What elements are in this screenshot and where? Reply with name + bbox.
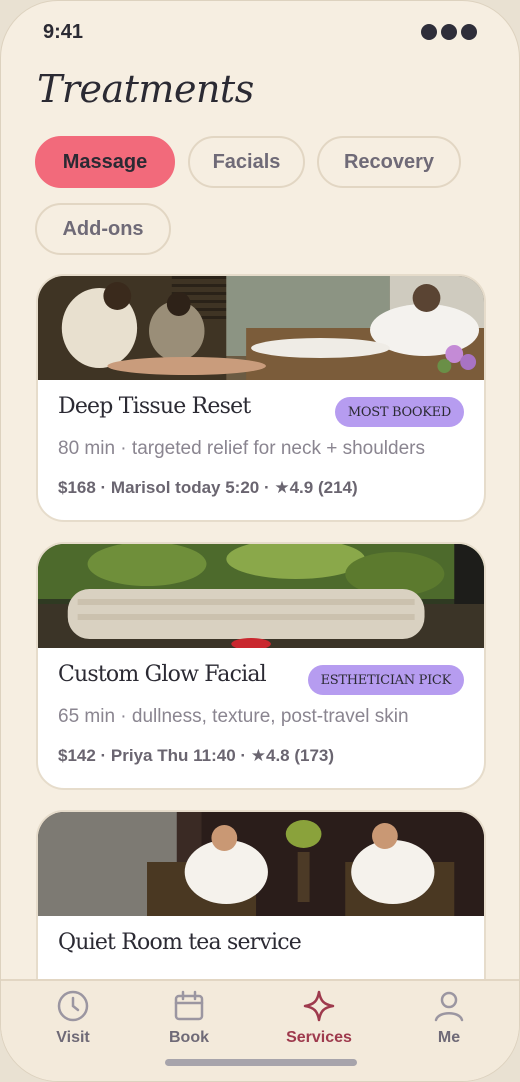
status-bar: 9:41 [1, 1, 519, 61]
status-indicators [421, 24, 477, 40]
phone-frame: 9:41 Treatments Massage Facials Recovery… [0, 0, 520, 1082]
treatment-card-glow-facial[interactable]: Custom Glow Facial ESTHETICIAN PICK 65 m… [36, 542, 486, 790]
card-title: Custom Glow Facial [58, 662, 267, 687]
facial-photo [38, 544, 484, 648]
tab-label: Book [169, 1029, 209, 1046]
most-booked-badge: MOST BOOKED [334, 397, 464, 427]
card-title: Deep Tissue Reset [58, 394, 251, 419]
card-description: 65 min · dullness, texture, post-travel … [58, 706, 409, 727]
status-time: 9:41 [43, 21, 84, 43]
card-meta: $142 · Priya Thu 11:40 · ★4.8 (173) [58, 746, 335, 765]
person-icon [434, 991, 464, 1022]
esthetician-pick-badge: ESTHETICIAN PICK [307, 665, 464, 695]
filter-chip-add-ons[interactable]: Add-ons [35, 203, 171, 255]
status-dot [421, 24, 437, 40]
treatment-card-deep-tissue[interactable]: Deep Tissue Reset MOST BOOKED 80 min · t… [36, 274, 486, 522]
tab-book[interactable]: Book [134, 989, 244, 1047]
filter-chip-massage[interactable]: Massage [35, 136, 175, 188]
card-title: Quiet Room tea service [58, 930, 302, 955]
tab-services[interactable]: Services [264, 989, 374, 1047]
filter-chip-recovery[interactable]: Recovery [317, 136, 461, 188]
calendar-icon [174, 990, 204, 1021]
tab-visit[interactable]: Visit [18, 989, 128, 1047]
tab-label: Me [437, 1029, 461, 1046]
status-dot [441, 24, 457, 40]
filter-chip-facials[interactable]: Facials [188, 136, 305, 188]
sparkle-icon [303, 990, 335, 1022]
clock-icon [57, 990, 89, 1022]
tab-me[interactable]: Me [394, 989, 504, 1047]
tab-label: Services [286, 1029, 352, 1046]
tab-label: Visit [56, 1029, 90, 1046]
tab-bar: Visit Book Services Me [1, 979, 519, 1081]
card-meta: $168 · Marisol today 5:20 · ★4.9 (214) [58, 478, 358, 497]
tea-service-photo [38, 812, 484, 916]
home-indicator [165, 1059, 357, 1066]
card-description: 80 min · targeted relief for neck + shou… [58, 438, 425, 459]
page-title: Treatments [37, 67, 254, 111]
status-dot [461, 24, 477, 40]
massage-photo [38, 276, 484, 380]
